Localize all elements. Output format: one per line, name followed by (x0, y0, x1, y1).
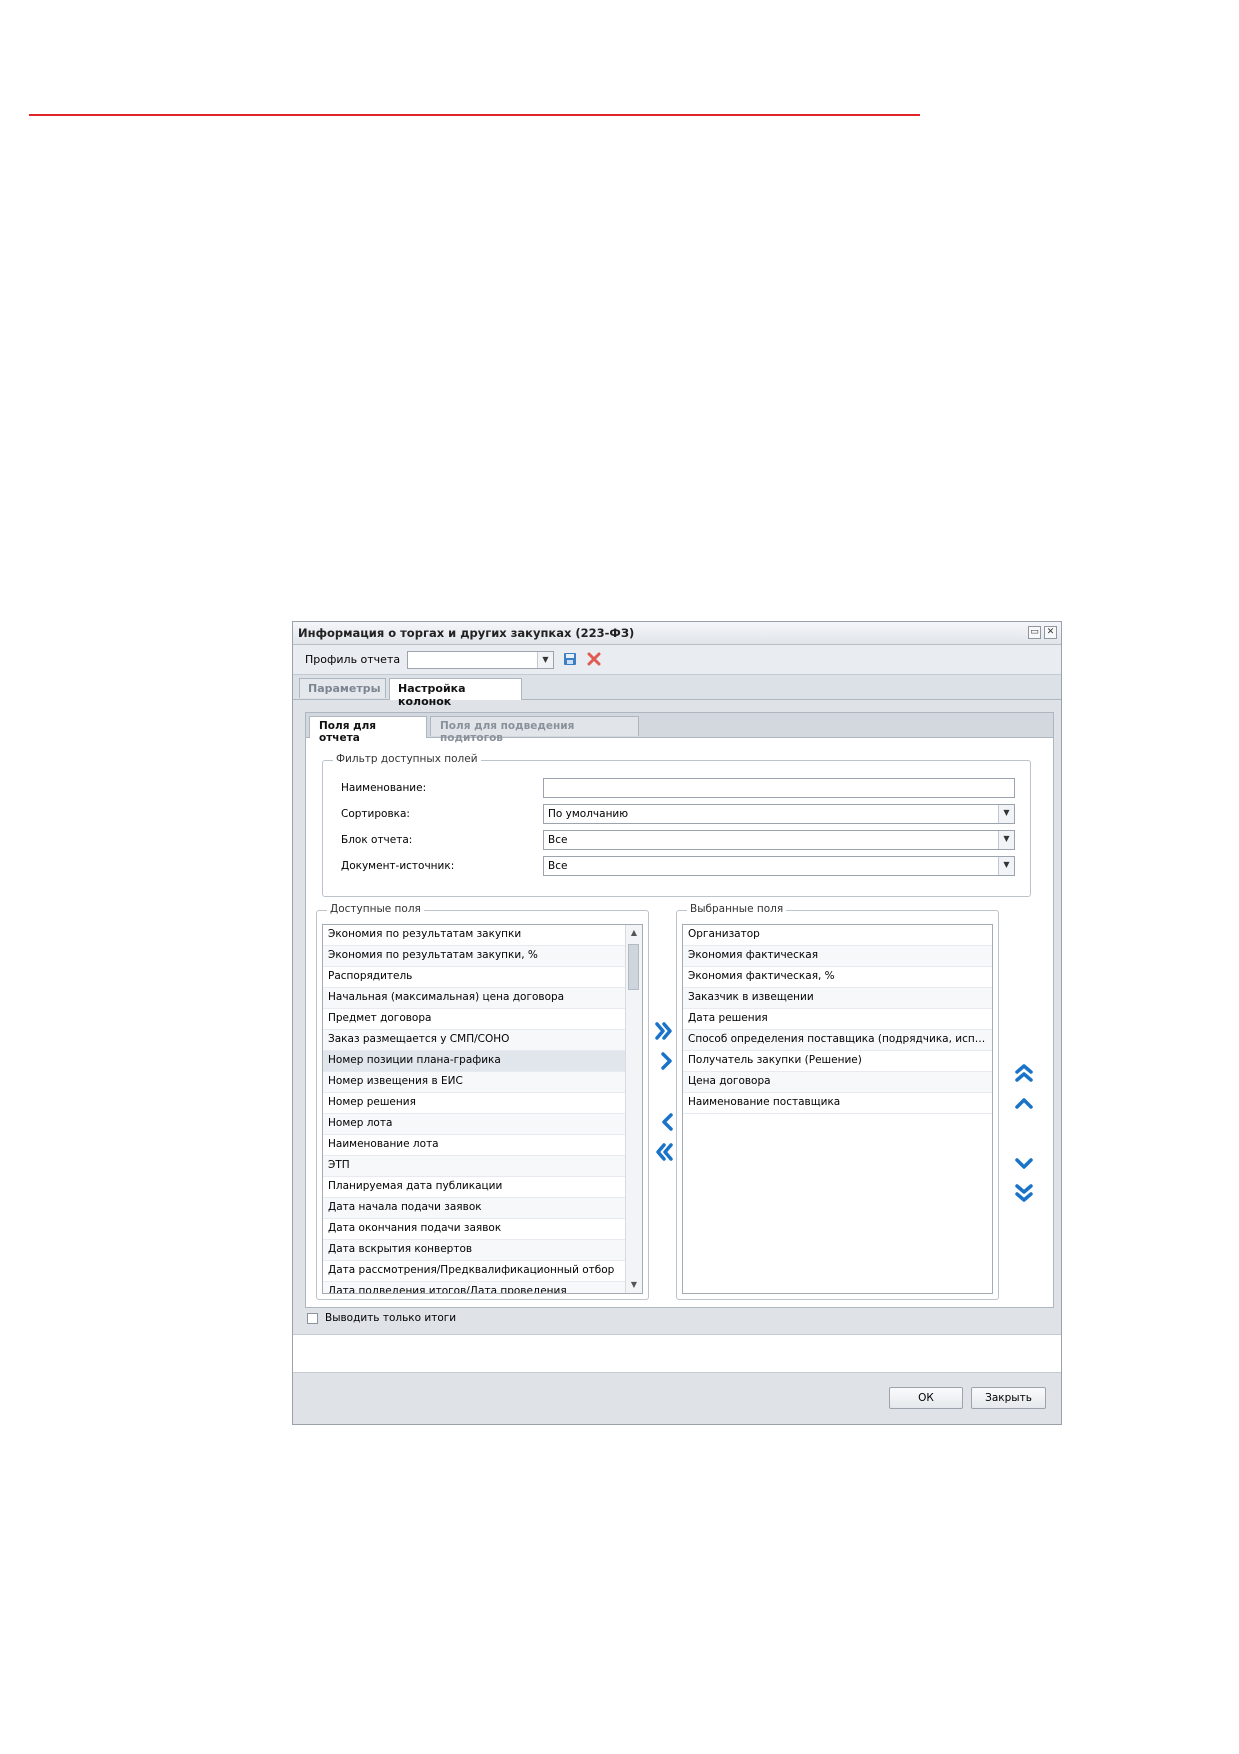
list-item[interactable]: Наименование поставщика (683, 1093, 992, 1114)
scroll-down-icon[interactable]: ▼ (626, 1278, 642, 1292)
move-left-icon[interactable] (656, 1111, 678, 1133)
list-item[interactable]: Получатель закупки (Решение) (683, 1051, 992, 1072)
source-document-select[interactable]: Все ▼ (543, 856, 1015, 876)
name-input[interactable] (543, 778, 1015, 798)
list-item[interactable]: Дата рассмотрения/Предквалификационный о… (323, 1261, 626, 1282)
move-all-right-icon[interactable] (653, 1020, 675, 1042)
tab-report-fields[interactable]: Поля для отчета (309, 716, 427, 744)
list-item[interactable]: Номер решения (323, 1093, 626, 1114)
list-item[interactable]: Наименование лота (323, 1135, 626, 1156)
list-item[interactable]: Дата окончания подачи заявок (323, 1219, 626, 1240)
list-item[interactable]: Заказчик в извещении (683, 988, 992, 1009)
list-item[interactable]: Способ определения поставщика (подрядчик… (683, 1030, 992, 1051)
dialog-status-strip (293, 1334, 1061, 1373)
profile-toolbar: Профиль отчета ▼ (293, 645, 1061, 675)
chevron-down-icon[interactable]: ▼ (998, 831, 1014, 849)
list-item[interactable]: Дата подведения итогов/Дата проведения (323, 1282, 626, 1293)
available-list-scrollbar[interactable]: ▲ ▼ (625, 925, 642, 1293)
move-down-icon[interactable] (1013, 1152, 1035, 1174)
report-block-label: Блок отчета: (341, 834, 413, 846)
move-right-icon[interactable] (656, 1050, 678, 1072)
close-button[interactable]: Закрыть (971, 1387, 1046, 1409)
chevron-down-icon[interactable]: ▼ (998, 805, 1014, 823)
only-totals-label: Выводить только итоги (325, 1312, 457, 1324)
source-document-label: Документ-источник: (341, 860, 455, 872)
move-to-bottom-icon[interactable] (1013, 1182, 1035, 1204)
tab-parameters[interactable]: Параметры (299, 678, 386, 698)
list-item[interactable]: Экономия фактическая (683, 946, 992, 967)
selected-fields-legend: Выбранные поля (687, 903, 787, 915)
ok-button[interactable]: ОК (889, 1387, 963, 1409)
list-item[interactable]: Номер позиции плана-графика (323, 1051, 626, 1072)
move-to-top-icon[interactable] (1013, 1062, 1035, 1084)
move-all-left-icon[interactable] (653, 1141, 675, 1163)
list-item[interactable]: Организатор (683, 925, 992, 946)
chevron-down-icon[interactable]: ▼ (537, 652, 553, 668)
filter-fieldset: Фильтр доступных полей Наименование: Сор… (322, 753, 1031, 897)
profile-select[interactable]: ▼ (407, 651, 554, 669)
inner-tabbar: Поля для отчета Поля для подведения поди… (306, 713, 1053, 744)
selected-fields-list[interactable]: Организатор Экономия фактическая Экономия … (682, 924, 993, 1294)
sort-select[interactable]: По умолчанию ▼ (543, 804, 1015, 824)
list-item[interactable]: Дата начала подачи заявок (323, 1198, 626, 1219)
page-header-rule (29, 114, 920, 116)
scroll-up-icon[interactable]: ▲ (626, 926, 642, 940)
list-item[interactable]: Распорядитель (323, 967, 626, 988)
close-icon[interactable]: ✕ (1044, 626, 1057, 639)
list-item[interactable]: Планируемая дата публикации (323, 1177, 626, 1198)
name-label: Наименование: (341, 782, 427, 794)
sort-label: Сортировка: (341, 808, 410, 820)
report-block-select[interactable]: Все ▼ (543, 830, 1015, 850)
tab-column-settings[interactable]: Настройка колонок (389, 678, 522, 708)
list-item[interactable]: Заказ размещается у СМП/СОНО (323, 1030, 626, 1051)
list-item[interactable]: Дата вскрытия конвертов (323, 1240, 626, 1261)
list-item[interactable]: ЭТП (323, 1156, 626, 1177)
available-fields-legend: Доступные поля (327, 903, 424, 915)
selected-fields-fieldset: Выбранные поля Организатор Экономия факти… (676, 903, 999, 1300)
tab-subtotal-fields[interactable]: Поля для подведения подитогов (430, 716, 639, 744)
column-settings-panel: Поля для отчета Поля для подведения поди… (305, 712, 1054, 1308)
list-item[interactable]: Номер извещения в ЕИС (323, 1072, 626, 1093)
list-item[interactable]: Экономия по результатам закупки, % (323, 946, 626, 967)
available-fields-fieldset: Доступные поля Дата подведения итогов/Да… (316, 903, 649, 1300)
scrollbar-thumb[interactable] (628, 944, 639, 990)
list-item[interactable]: Предмет договора (323, 1009, 626, 1030)
list-item[interactable]: Цена договора (683, 1072, 992, 1093)
only-totals-checkbox[interactable] (307, 1313, 318, 1324)
report-settings-dialog: Информация о торгах и других закупках (2… (292, 621, 1062, 1425)
list-item[interactable]: Экономия по результатам закупки (323, 925, 626, 946)
filter-legend: Фильтр доступных полей (333, 753, 481, 765)
profile-label: Профиль отчета (305, 653, 401, 666)
list-item[interactable]: Экономия фактическая, % (683, 967, 992, 988)
delete-icon[interactable] (587, 652, 601, 666)
move-up-icon[interactable] (1013, 1092, 1035, 1114)
save-icon[interactable] (563, 652, 577, 666)
available-fields-list[interactable]: Дата подведения итогов/Дата проведения Да… (322, 924, 643, 1294)
list-item[interactable]: Дата решения (683, 1009, 992, 1030)
list-item[interactable]: Номер лота (323, 1114, 626, 1135)
list-item[interactable]: Начальная (максимальная) цена договора (323, 988, 626, 1009)
minimize-icon[interactable]: ▭ (1028, 626, 1041, 639)
outer-tabbar: Параметры Настройка колонок (293, 675, 1061, 708)
dialog-titlebar: Информация о торгах и других закупках (2… (293, 622, 1061, 645)
chevron-down-icon[interactable]: ▼ (998, 857, 1014, 875)
dialog-title: Информация о торгах и других закупках (2… (298, 626, 635, 640)
